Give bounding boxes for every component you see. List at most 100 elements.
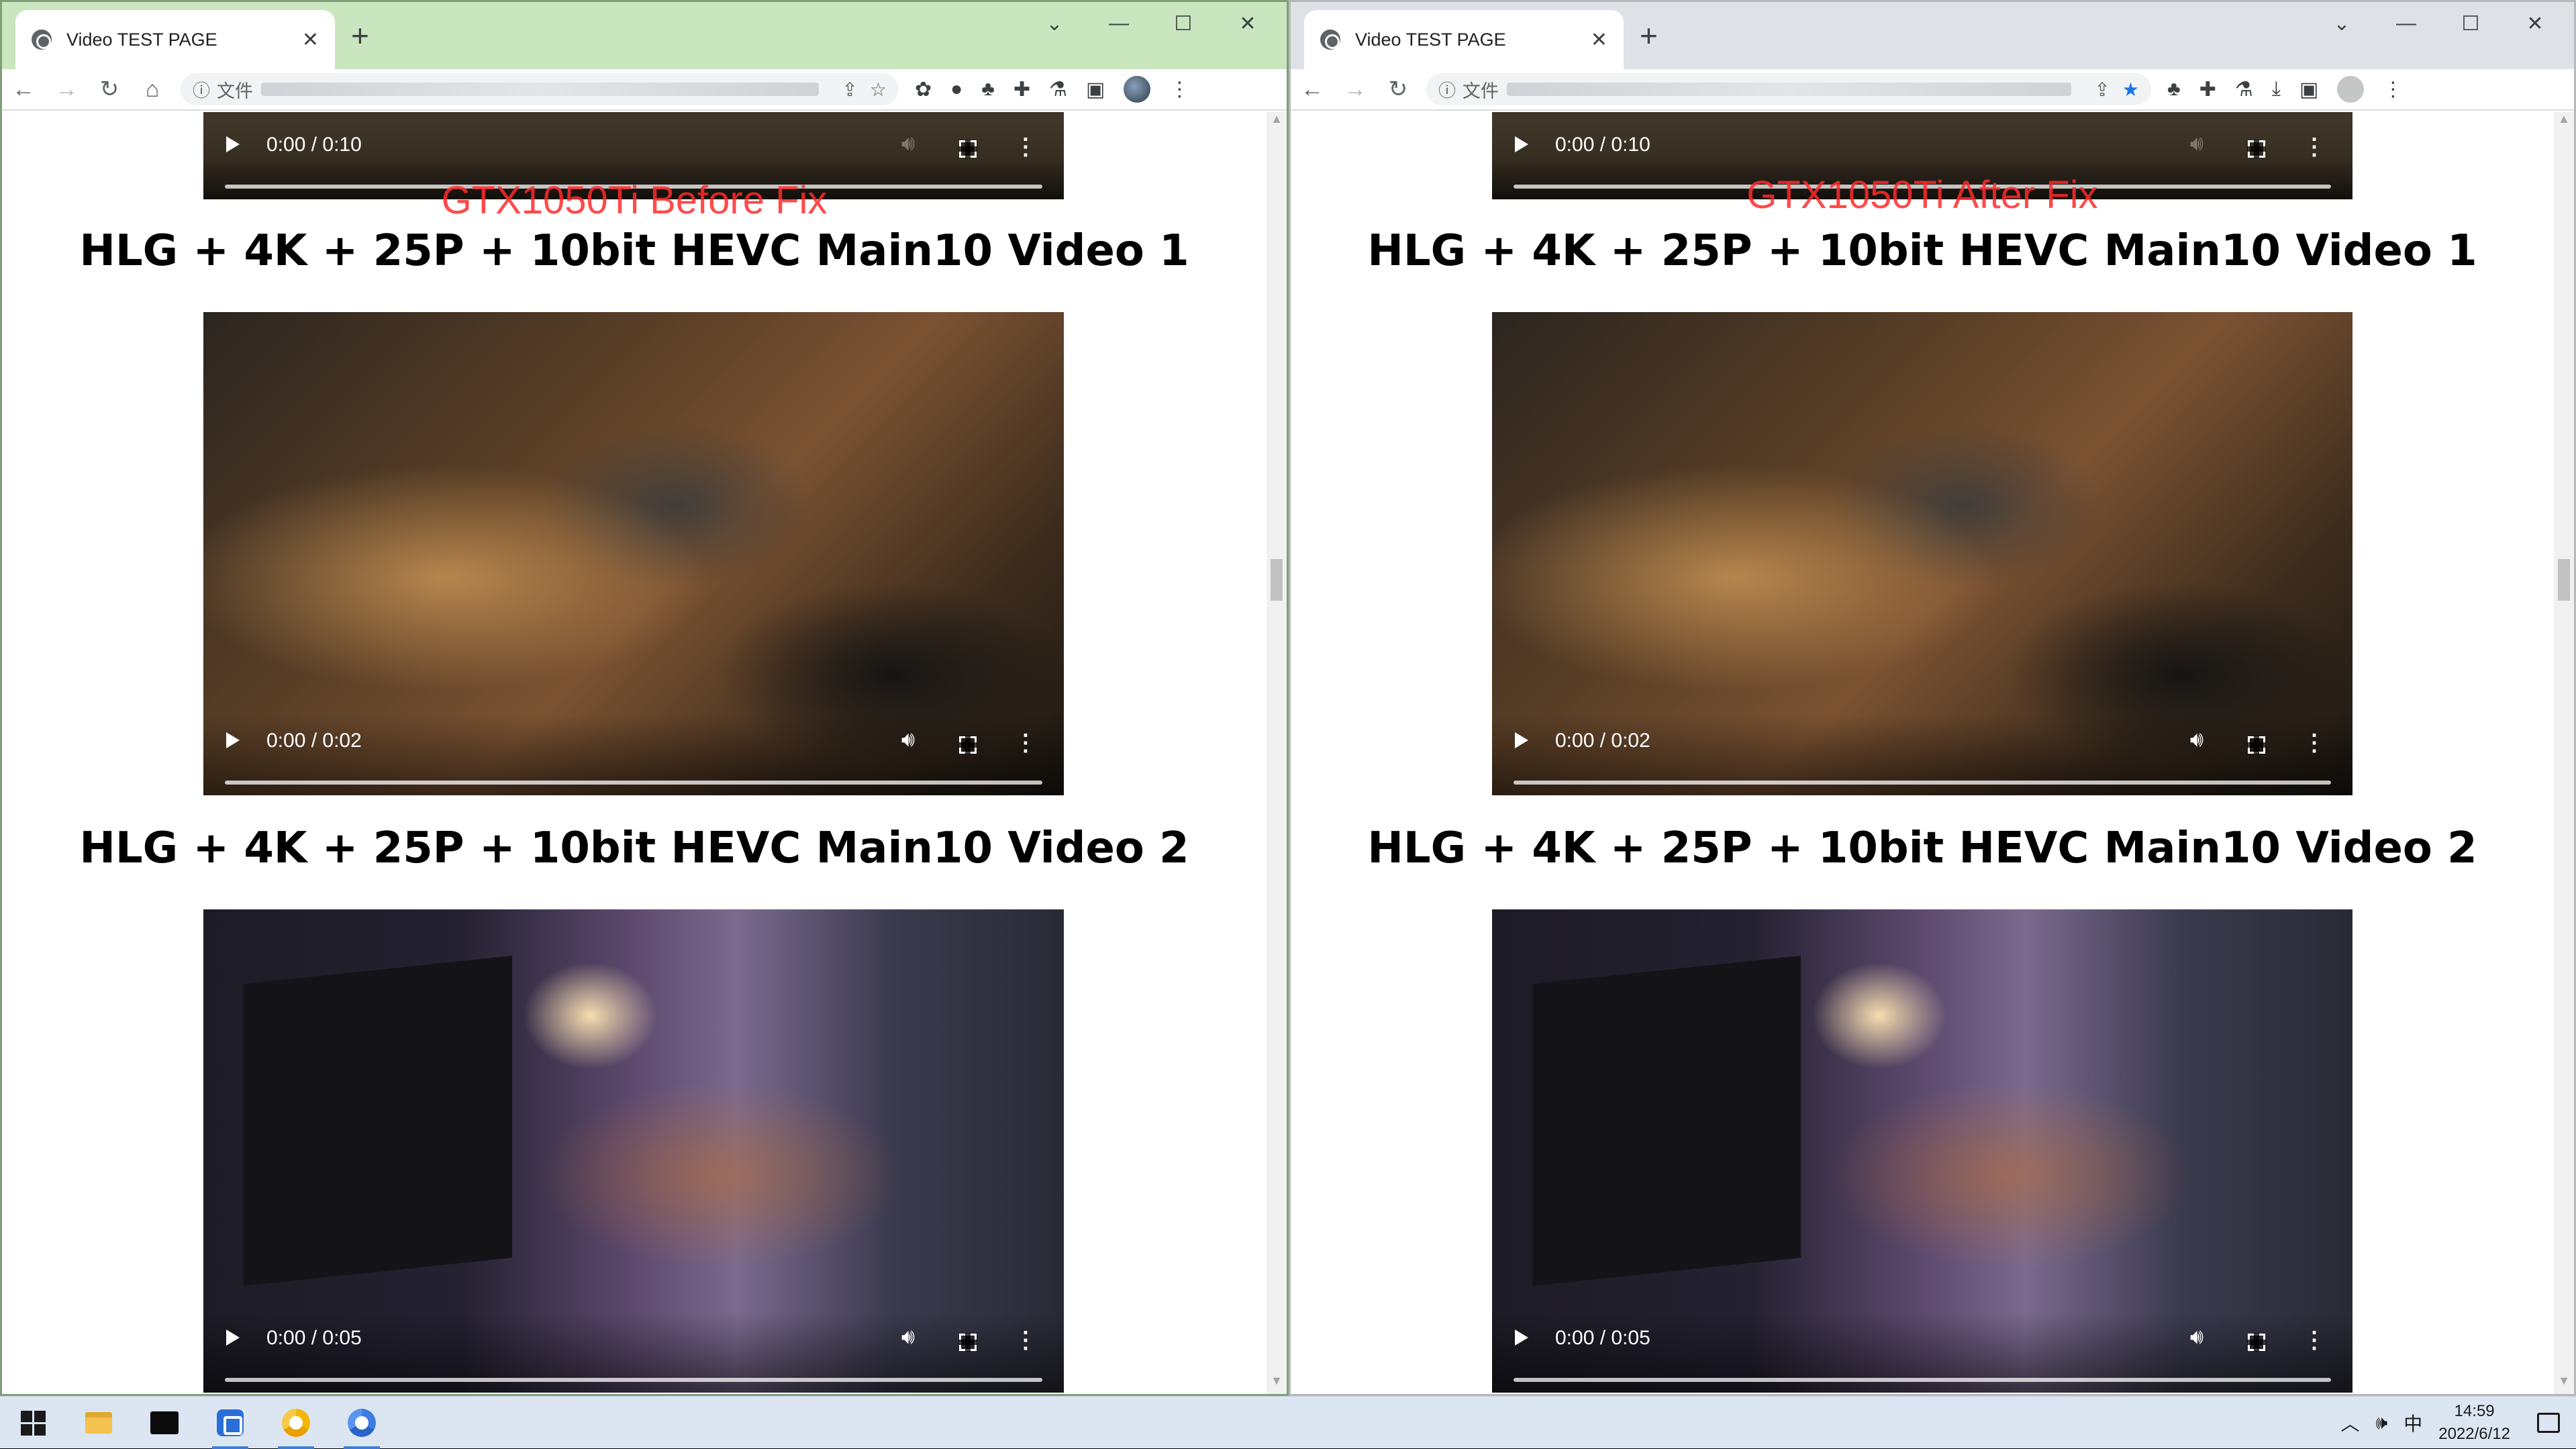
- tab-title: Video TEST PAGE: [66, 29, 217, 50]
- video-progress-bar[interactable]: [1514, 781, 2331, 785]
- play-icon[interactable]: [1515, 136, 1528, 152]
- share-icon[interactable]: ⇪: [2094, 79, 2110, 101]
- speaker-icon[interactable]: 🕪: [2376, 1412, 2388, 1434]
- scroll-up-icon[interactable]: ▲: [1267, 112, 1287, 132]
- download-icon[interactable]: ⤓: [2272, 78, 2281, 101]
- puzzle-icon[interactable]: ✚: [1013, 78, 1030, 101]
- forward-button[interactable]: →: [45, 77, 88, 103]
- fullscreen-icon[interactable]: [2247, 1333, 2266, 1352]
- minimize-button[interactable]: —: [2374, 6, 2438, 41]
- scroll-down-icon[interactable]: ▼: [1267, 1374, 1287, 1394]
- profile-avatar[interactable]: [2337, 76, 2365, 103]
- lab-flask-icon[interactable]: ⚗: [1049, 78, 1067, 101]
- taskbar-file-explorer[interactable]: [66, 1397, 132, 1449]
- bookmark-star-icon[interactable]: ★: [2122, 79, 2139, 101]
- play-icon[interactable]: [1515, 1330, 1528, 1346]
- notification-center-icon[interactable]: [2537, 1413, 2560, 1433]
- new-tab-button[interactable]: +: [351, 17, 369, 54]
- address-bar[interactable]: ⓘ 文件 ⇪ ☆: [181, 73, 899, 105]
- play-icon[interactable]: [1515, 732, 1528, 748]
- site-info-icon[interactable]: ⓘ: [1438, 77, 1456, 102]
- more-options-icon[interactable]: ⋮: [1014, 1327, 1037, 1354]
- more-options-icon[interactable]: ⋮: [1014, 134, 1037, 160]
- close-window-button[interactable]: ✕: [1216, 6, 1280, 41]
- menu-kebab-icon[interactable]: ⋮: [2383, 78, 2403, 101]
- tab-video-test-page[interactable]: Video TEST PAGE ✕: [1304, 10, 1624, 69]
- browser-toolbar: ← → ↻ ⌂ ⓘ 文件 ⇪ ☆ ✿ ● ♣ ✚ ⚗ ▣ ⋮: [2, 69, 1287, 111]
- video-progress-bar[interactable]: [1514, 1378, 2331, 1382]
- play-icon[interactable]: [226, 136, 240, 152]
- ime-indicator[interactable]: 中: [2404, 1409, 2422, 1436]
- new-tab-button[interactable]: +: [1640, 17, 1658, 54]
- bookmark-star-icon[interactable]: ☆: [870, 79, 887, 101]
- profile-avatar[interactable]: [1124, 76, 1151, 103]
- volume-icon[interactable]: 🔊︎: [901, 131, 915, 156]
- extension-1-icon[interactable]: ✿: [915, 78, 932, 101]
- video-player-1[interactable]: 0:00 / 0:02 🔊︎ ⋮: [203, 312, 1064, 795]
- video-progress-bar[interactable]: [225, 781, 1042, 785]
- start-button[interactable]: [0, 1397, 66, 1449]
- video-player-2[interactable]: 0:00 / 0:05 🔊︎ ⋮: [1492, 909, 2352, 1393]
- overlay-label: GTX1050Ti Before Fix: [441, 179, 828, 222]
- forward-button[interactable]: →: [1334, 77, 1377, 103]
- tray-overflow-chevron-icon[interactable]: ︿: [2341, 1409, 2360, 1436]
- scrollbar-thumb[interactable]: [2558, 559, 2570, 601]
- maximize-button[interactable]: ☐: [1151, 6, 1216, 41]
- taskbar-chrome[interactable]: [329, 1397, 395, 1449]
- volume-icon[interactable]: 🔊︎: [2190, 727, 2203, 752]
- scrollbar-thumb[interactable]: [1271, 559, 1283, 601]
- volume-icon[interactable]: 🔊︎: [901, 1324, 915, 1350]
- fullscreen-icon[interactable]: [958, 736, 977, 754]
- tab-video-test-page[interactable]: Video TEST PAGE ✕: [15, 10, 335, 69]
- reload-button[interactable]: ↻: [1377, 76, 1420, 103]
- taskbar-store[interactable]: [197, 1397, 263, 1449]
- play-icon[interactable]: [226, 1330, 240, 1346]
- more-options-icon[interactable]: ⋮: [2303, 134, 2326, 160]
- scroll-down-icon[interactable]: ▼: [2554, 1374, 2574, 1394]
- window-controls: ⌄ — ☐ ✕: [2310, 6, 2567, 41]
- volume-icon[interactable]: 🔊︎: [2190, 1324, 2203, 1350]
- close-window-button[interactable]: ✕: [2503, 6, 2567, 41]
- fullscreen-icon[interactable]: [958, 1333, 977, 1352]
- site-info-icon[interactable]: ⓘ: [193, 77, 210, 102]
- play-icon[interactable]: [226, 732, 240, 748]
- tab-search-icon[interactable]: ⌄: [2310, 6, 2374, 41]
- maximize-button[interactable]: ☐: [2438, 6, 2503, 41]
- vertical-scrollbar[interactable]: ▲ ▼: [1267, 112, 1287, 1394]
- share-icon[interactable]: ⇪: [842, 79, 857, 101]
- back-button[interactable]: ←: [2, 77, 45, 103]
- close-tab-icon[interactable]: ✕: [302, 28, 319, 52]
- extension-3-icon[interactable]: ♣: [981, 78, 995, 101]
- clock[interactable]: 14:59 2022/6/12: [2438, 1400, 2510, 1446]
- fullscreen-icon[interactable]: [958, 140, 977, 158]
- fullscreen-icon[interactable]: [2247, 140, 2266, 158]
- minimize-button[interactable]: —: [1087, 6, 1151, 41]
- more-options-icon[interactable]: ⋮: [1014, 730, 1037, 756]
- side-panel-icon[interactable]: ▣: [2299, 78, 2318, 101]
- more-options-icon[interactable]: ⋮: [2303, 730, 2326, 756]
- tab-search-icon[interactable]: ⌄: [1022, 6, 1087, 41]
- video-progress-bar[interactable]: [225, 1378, 1042, 1382]
- vertical-scrollbar[interactable]: ▲ ▼: [2554, 112, 2574, 1394]
- taskbar-terminal[interactable]: [132, 1397, 197, 1449]
- back-button[interactable]: ←: [1291, 77, 1334, 103]
- video-player-1[interactable]: 0:00 / 0:02 🔊︎ ⋮: [1492, 312, 2352, 795]
- menu-kebab-icon[interactable]: ⋮: [1169, 78, 1189, 101]
- taskbar-chrome-canary[interactable]: [263, 1397, 329, 1449]
- close-tab-icon[interactable]: ✕: [1591, 28, 1607, 52]
- volume-icon[interactable]: 🔊︎: [2190, 131, 2203, 156]
- more-options-icon[interactable]: ⋮: [2303, 1327, 2326, 1354]
- home-button[interactable]: ⌂: [131, 77, 174, 103]
- fullscreen-icon[interactable]: [2247, 736, 2266, 754]
- extension-1-icon[interactable]: ♣: [2167, 78, 2181, 101]
- lab-flask-icon[interactable]: ⚗: [2235, 78, 2253, 101]
- volume-icon[interactable]: 🔊︎: [901, 727, 915, 752]
- taskbar: ︿ 🕪 中 14:59 2022/6/12: [0, 1396, 2576, 1449]
- reload-button[interactable]: ↻: [88, 76, 131, 103]
- address-bar[interactable]: ⓘ 文件 ⇪ ★: [1426, 73, 2151, 105]
- puzzle-icon[interactable]: ✚: [2199, 78, 2216, 101]
- scroll-up-icon[interactable]: ▲: [2554, 112, 2574, 132]
- side-panel-icon[interactable]: ▣: [1086, 78, 1105, 101]
- video-player-2[interactable]: 0:00 / 0:05 🔊︎ ⋮: [203, 909, 1064, 1393]
- extension-2-icon[interactable]: ●: [950, 78, 962, 101]
